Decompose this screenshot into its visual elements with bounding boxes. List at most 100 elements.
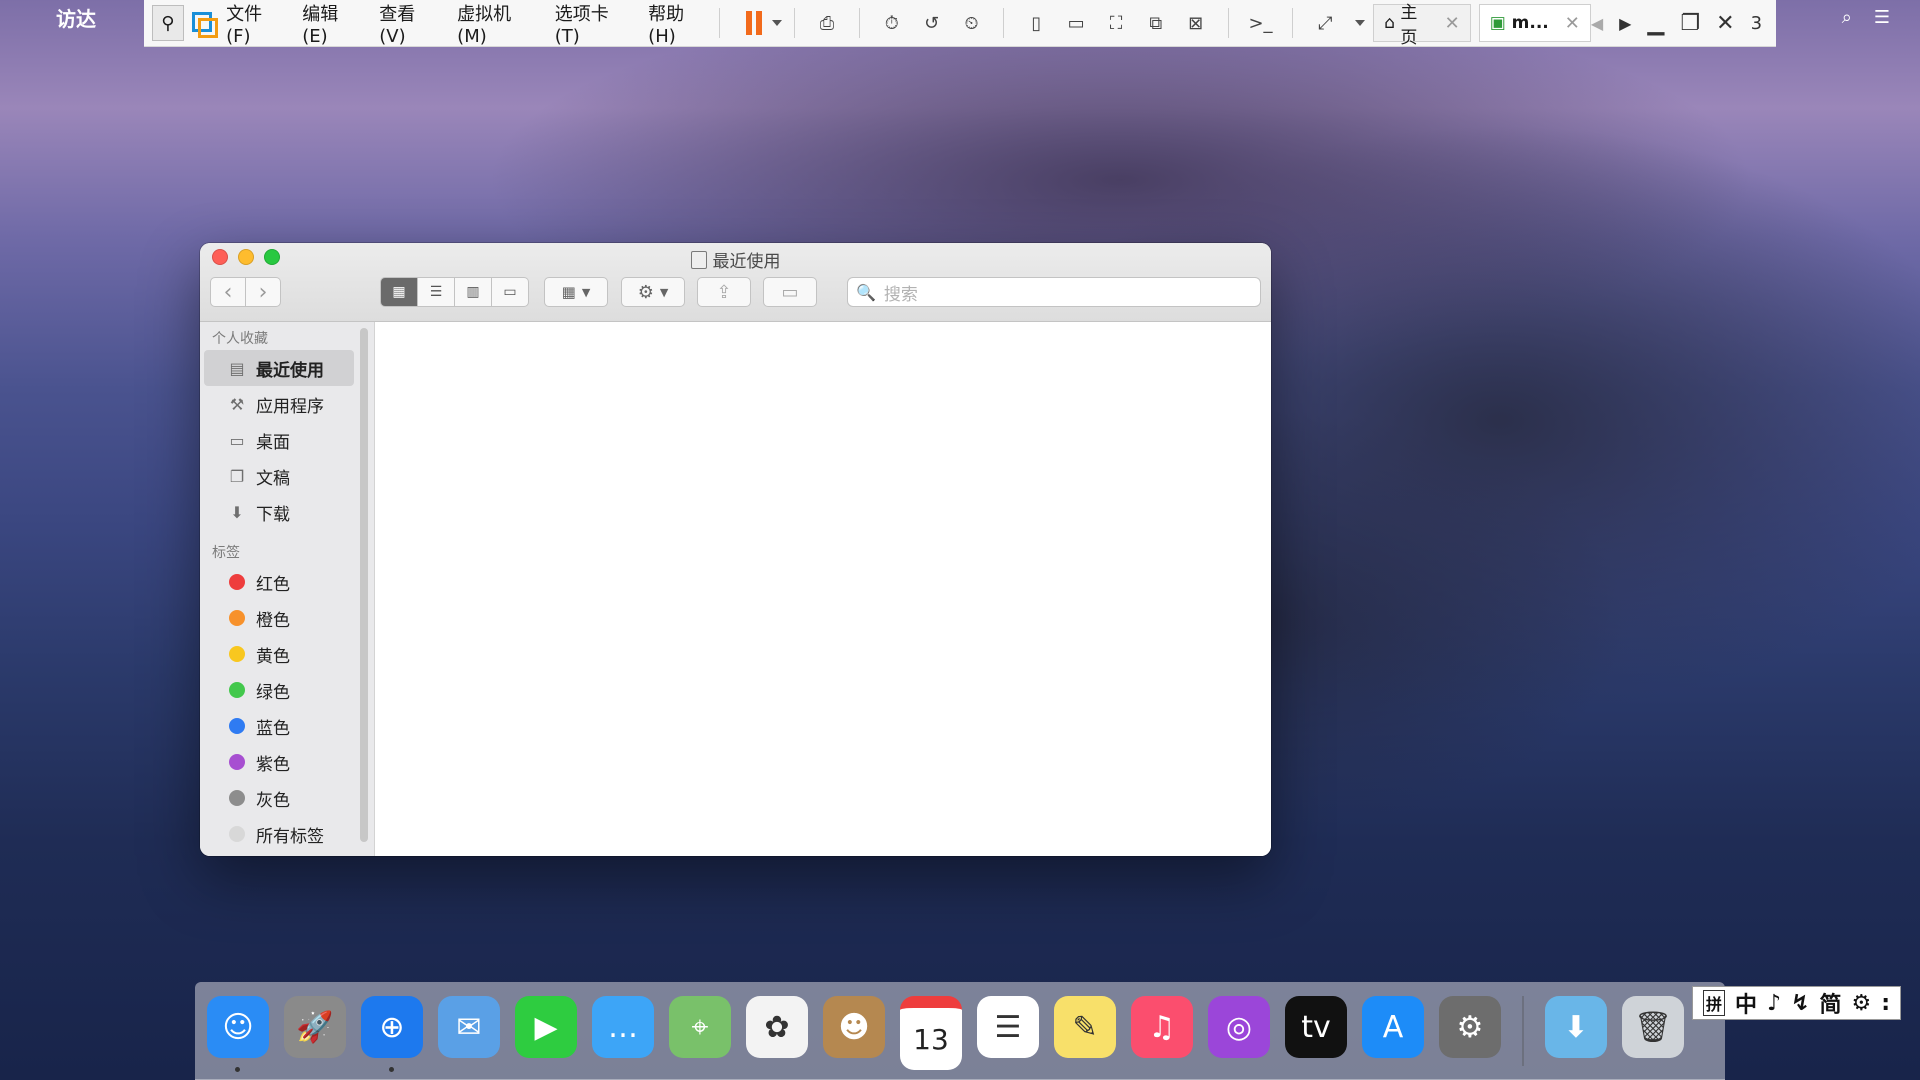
dock-apps: ☺ 🚀 ⊕ ✉ ▶ … ⌖ ✿ ☻ 13 ☰ ✎ ♫ ◎ tv A ⚙ ⬇ 🗑: [207, 996, 1684, 1072]
sidebar-scrollbar[interactable]: [360, 328, 368, 842]
sidebar-item-applications[interactable]: ⚒ 应用程序: [200, 386, 374, 422]
dock-mail-icon[interactable]: ✉: [438, 996, 500, 1058]
thumbnail-bar-icon[interactable]: ▭: [1062, 8, 1090, 38]
dock-reminders-icon[interactable]: ☰: [977, 996, 1039, 1058]
dock-safari-icon[interactable]: ⊕: [361, 996, 423, 1072]
finder-content-area[interactable]: [375, 322, 1271, 856]
revert-snapshot-icon[interactable]: ↺: [918, 8, 946, 38]
app-menu-finder[interactable]: 访达: [56, 3, 96, 32]
share-button[interactable]: ⇪: [697, 277, 751, 307]
send-ctrl-alt-del-icon[interactable]: ⎙: [813, 8, 841, 38]
dock-glyph: A: [1382, 1009, 1404, 1045]
dock-glyph: ☺: [222, 1009, 254, 1045]
dock-photos-icon[interactable]: ✿: [746, 996, 808, 1058]
tab-close-icon[interactable]: ✕: [1565, 13, 1580, 34]
dock-trash-icon[interactable]: 🗑: [1622, 996, 1684, 1058]
dock-finder-icon[interactable]: ☺: [207, 996, 269, 1072]
dock-app-store-icon[interactable]: A: [1362, 996, 1424, 1058]
dock-tv-icon[interactable]: tv: [1285, 996, 1347, 1058]
sidebar-tag-yellow[interactable]: 黄色: [200, 636, 374, 672]
ime-halfwidth-icon[interactable]: ↯: [1791, 991, 1809, 1016]
dock-glyph: ⚙: [1456, 1009, 1484, 1045]
restore-icon[interactable]: ❐: [1680, 11, 1700, 36]
notification-center-icon[interactable]: ☰: [1874, 7, 1890, 28]
minimize-icon[interactable]: ▁: [1647, 11, 1664, 36]
ime-simplified-mode[interactable]: 简: [1820, 987, 1842, 1019]
dock-notes-icon[interactable]: ✎: [1054, 996, 1116, 1058]
ime-pinyin-icon[interactable]: 拼: [1703, 990, 1726, 1016]
snapshot-manager-icon[interactable]: ⏲: [958, 8, 986, 38]
full-screen-icon[interactable]: ⛶: [1102, 8, 1130, 38]
forward-button[interactable]: ›: [246, 277, 281, 307]
ime-chinese-mode[interactable]: 中: [1735, 987, 1757, 1019]
tab-home[interactable]: ⌂ 主页 ✕: [1373, 3, 1471, 48]
sidebar-tag-purple[interactable]: 紫色: [200, 744, 374, 780]
dock-podcasts-icon[interactable]: ◎: [1208, 996, 1270, 1058]
tab-scroll-right-icon[interactable]: ▶: [1619, 14, 1631, 33]
suspend-icon[interactable]: [746, 11, 763, 35]
vmware-logo-icon: [191, 12, 218, 38]
tab-vm[interactable]: ▣ m... ✕: [1478, 4, 1591, 42]
action-button[interactable]: ⚙ ▼: [621, 277, 685, 307]
menu-tabs[interactable]: 选项卡(T): [555, 0, 628, 47]
dock-messages-icon[interactable]: …: [592, 996, 654, 1058]
toolbar-divider: [858, 8, 860, 38]
sidebar-tag-all[interactable]: 所有标签: [200, 816, 374, 852]
sidebar-item-label: 绿色: [256, 682, 290, 703]
window-title: 最近使用: [200, 247, 1271, 272]
sidebar-tag-blue[interactable]: 蓝色: [200, 708, 374, 744]
sidebar-item-downloads[interactable]: ⬇ 下载: [200, 494, 374, 530]
tab-close-icon[interactable]: ✕: [1445, 13, 1460, 34]
tags-button[interactable]: ▭: [763, 277, 817, 307]
sidebar-item-label: 所有标签: [256, 826, 324, 847]
menu-file[interactable]: 文件(F): [226, 0, 282, 47]
sidebar-tag-red[interactable]: 红色: [200, 564, 374, 600]
group-button[interactable]: ▦ ▼: [544, 277, 608, 307]
search-placeholder: 搜索: [883, 284, 918, 305]
dock-music-icon[interactable]: ♫: [1131, 996, 1193, 1058]
dock-system-preferences-icon[interactable]: ⚙: [1439, 996, 1501, 1058]
menu-help[interactable]: 帮助(H): [648, 0, 707, 47]
menu-view[interactable]: 查看(V): [379, 0, 437, 47]
tag-dot-icon: [229, 718, 245, 734]
sidebar-tag-gray[interactable]: 灰色: [200, 780, 374, 816]
finder-toolbar: 最近使用 ‹ › ▦ ☰ ▥ ▭ ▦ ▼ ⚙ ▼ ⇪ ▭ 🔍 搜索: [200, 243, 1271, 322]
dock-calendar-icon[interactable]: 13: [900, 996, 962, 1070]
search-field[interactable]: 🔍 搜索: [847, 277, 1261, 307]
dock-maps-icon[interactable]: ⌖: [669, 996, 731, 1058]
autofit-icon[interactable]: ⤢: [1311, 8, 1339, 38]
gallery-view-button[interactable]: ▭: [492, 277, 529, 307]
dock-glyph: ☰: [994, 1009, 1022, 1045]
sidebar-item-label: 桌面: [256, 432, 290, 453]
tab-scroll-left-icon[interactable]: ◀: [1591, 14, 1603, 33]
ime-settings-icon[interactable]: ⚙: [1852, 991, 1872, 1016]
sidebar-item-documents[interactable]: ❐ 文稿: [200, 458, 374, 494]
pin-toolbar-icon[interactable]: ⚲: [152, 5, 184, 41]
stretch-guest-icon[interactable]: ⊠: [1182, 8, 1210, 38]
column-view-button[interactable]: ▥: [455, 277, 492, 307]
toolbar-divider: [1292, 8, 1294, 38]
back-button[interactable]: ‹: [210, 277, 246, 307]
power-dropdown-icon[interactable]: [772, 20, 783, 26]
dock-launchpad-icon[interactable]: 🚀: [284, 996, 346, 1058]
show-library-icon[interactable]: ▯: [1022, 8, 1050, 38]
close-icon[interactable]: ✕: [1716, 11, 1734, 36]
spotlight-icon[interactable]: ⌕: [1842, 7, 1852, 28]
icon-view-button[interactable]: ▦: [380, 277, 418, 307]
view-dropdown-icon[interactable]: [1355, 20, 1366, 26]
sidebar-tag-green[interactable]: 绿色: [200, 672, 374, 708]
menu-edit[interactable]: 编辑(E): [302, 0, 359, 47]
ime-punctuation-icon[interactable]: ♪: [1767, 991, 1781, 1016]
dock-contacts-icon[interactable]: ☻: [823, 996, 885, 1058]
list-view-button[interactable]: ☰: [418, 277, 455, 307]
dock-facetime-icon[interactable]: ▶: [515, 996, 577, 1058]
sidebar-item-recents[interactable]: ▤ 最近使用: [204, 350, 354, 386]
sidebar-item-desktop[interactable]: ▭ 桌面: [200, 422, 374, 458]
unity-icon[interactable]: ⧉: [1142, 8, 1170, 38]
menu-vm[interactable]: 虚拟机(M): [457, 0, 535, 47]
console-icon[interactable]: >_: [1247, 8, 1275, 38]
sidebar-tag-orange[interactable]: 橙色: [200, 600, 374, 636]
dock-downloads-folder-icon[interactable]: ⬇: [1545, 996, 1607, 1058]
ime-more-icon[interactable]: :: [1881, 991, 1890, 1016]
snapshot-icon[interactable]: ⏱: [878, 8, 906, 38]
